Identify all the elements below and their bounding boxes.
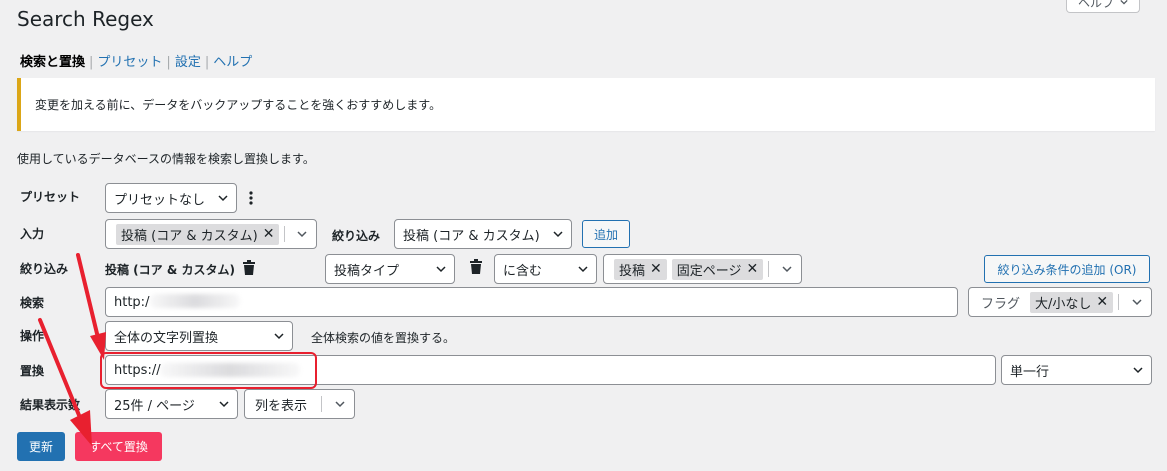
- backup-notice: 変更を加える前に、データをバックアップすることを強くおすすめします。: [17, 78, 1155, 131]
- page-description: 使用しているデータベースの情報を検索し置換します。: [17, 152, 315, 166]
- filter-logic-select[interactable]: に含む: [494, 254, 597, 284]
- kebab-menu-icon[interactable]: [246, 190, 256, 206]
- preset-select-value: プリセットなし: [114, 192, 206, 208]
- search-label: 検索: [20, 296, 45, 310]
- close-icon[interactable]: ✕: [263, 227, 275, 241]
- chevron-down-icon: [219, 401, 229, 408]
- source-filter-value: 投稿 (コア & カスタム): [403, 228, 540, 244]
- columns-value: 列を表示: [255, 398, 308, 414]
- filter-column-value: 投稿タイプ: [334, 263, 400, 279]
- close-icon[interactable]: ✕: [650, 262, 662, 276]
- chevron-down-icon: [578, 266, 588, 273]
- add-filter-or-button[interactable]: 絞り込み条件の追加 (OR): [984, 255, 1150, 283]
- preset-select[interactable]: プリセットなし: [105, 183, 237, 213]
- annotation-highlight-box: [100, 352, 317, 389]
- flags-label: フラグ: [981, 296, 1021, 312]
- subnav-link-settings[interactable]: 設定: [175, 55, 201, 70]
- filter-column-select[interactable]: 投稿タイプ: [325, 254, 455, 284]
- add-source-button[interactable]: 追加: [582, 220, 630, 248]
- filter-chip-post: 投稿 ✕: [614, 258, 667, 280]
- close-icon[interactable]: ✕: [747, 262, 759, 276]
- update-button[interactable]: 更新: [17, 432, 65, 461]
- subnav-link-help[interactable]: ヘルプ: [213, 55, 252, 70]
- chevron-down-icon: [553, 231, 563, 238]
- chevron-down-icon: [782, 266, 792, 273]
- filter-value-multiselect[interactable]: 投稿 ✕ 固定ページ ✕: [603, 254, 802, 284]
- subnav-current: 検索と置換: [20, 55, 86, 70]
- per-page-value: 25件 / ページ: [114, 398, 195, 414]
- chevron-down-icon: [297, 231, 307, 238]
- trash-icon[interactable]: [469, 259, 483, 274]
- source-filter-select[interactable]: 投稿 (コア & カスタム): [394, 219, 572, 249]
- close-icon[interactable]: ✕: [1096, 295, 1108, 309]
- filter-logic-value: に含む: [503, 263, 543, 279]
- replace-mode-value: 単一行: [1010, 364, 1050, 380]
- chevron-down-icon: [274, 333, 284, 340]
- action-select-value: 全体の文字列置換: [114, 330, 219, 346]
- notice-text: 変更を加える前に、データをバックアップすることを強くおすすめします。: [35, 98, 442, 112]
- source-filter-label: 絞り込み: [332, 229, 381, 243]
- source-chip-label: 投稿 (コア & カスタム): [121, 228, 258, 244]
- source-label: 入力: [20, 227, 45, 241]
- source-chip: 投稿 (コア & カスタム) ✕: [116, 223, 280, 245]
- trash-icon[interactable]: [242, 260, 256, 275]
- results-label: 結果表示数: [20, 398, 81, 412]
- filter-source-name: 投稿 (コア & カスタム): [105, 263, 235, 277]
- chevron-down-icon: [1120, 0, 1128, 5]
- flag-chip: 大/小なし ✕: [1030, 291, 1114, 313]
- source-multiselect[interactable]: 投稿 (コア & カスタム) ✕: [105, 219, 317, 249]
- action-label: 操作: [20, 329, 45, 343]
- chevron-down-icon: [1132, 299, 1142, 306]
- per-page-select[interactable]: 25件 / ページ: [105, 389, 238, 419]
- replace-all-button[interactable]: すべて置換: [75, 432, 162, 461]
- filter-chip-label: 固定ページ: [676, 263, 742, 279]
- chevron-down-icon: [335, 401, 345, 408]
- page-title: Search Regex: [17, 7, 154, 31]
- filter-chip-label: 投稿: [619, 263, 646, 279]
- filter-label: 絞り込み: [20, 262, 69, 276]
- chevron-down-icon: [436, 266, 446, 273]
- help-tab-label: ヘルプ: [1077, 0, 1114, 10]
- search-flags-multiselect[interactable]: フラグ 大/小なし ✕: [968, 287, 1152, 317]
- action-select[interactable]: 全体の文字列置換: [105, 321, 293, 351]
- search-input-value: http:/: [114, 294, 150, 310]
- chevron-down-icon: [1133, 367, 1143, 374]
- chevron-down-icon: [218, 195, 228, 202]
- flag-chip-label: 大/小なし: [1035, 296, 1092, 312]
- replace-mode-select[interactable]: 単一行: [1001, 355, 1152, 385]
- filter-chip-page: 固定ページ ✕: [671, 258, 764, 280]
- help-tab[interactable]: ヘルプ: [1066, 0, 1140, 13]
- replace-label: 置換: [20, 364, 45, 378]
- subnav: 検索と置換 | プリセット | 設定 | ヘルプ: [20, 55, 253, 70]
- preset-label: プリセット: [20, 190, 81, 204]
- subnav-link-presets[interactable]: プリセット: [97, 55, 162, 70]
- action-hint: 全体検索の値を置換する。: [311, 331, 456, 345]
- columns-multiselect[interactable]: 列を表示: [244, 389, 355, 419]
